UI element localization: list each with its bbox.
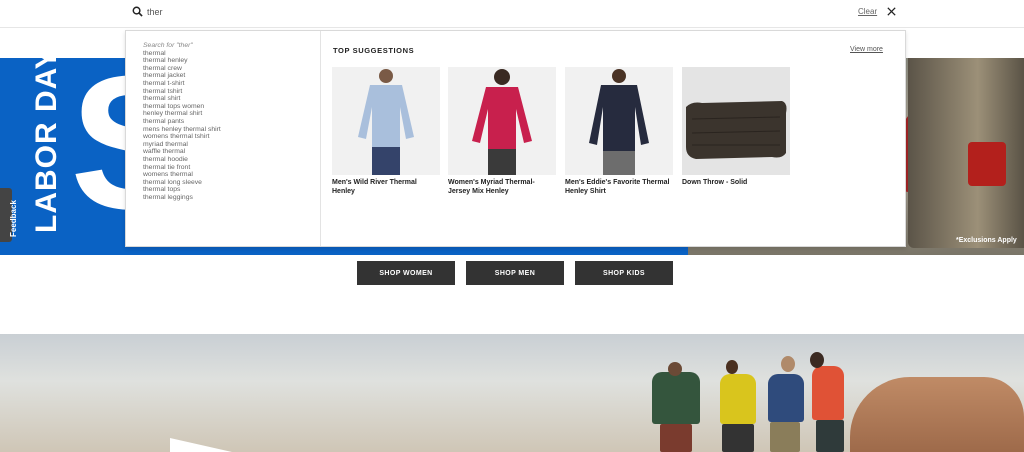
search-input[interactable]	[147, 5, 747, 19]
suggestion-item[interactable]: myriad thermal	[143, 141, 221, 149]
suggestion-item[interactable]: thermal leggings	[143, 194, 221, 202]
product-card[interactable]: Men's Wild River Thermal Henley	[332, 67, 440, 196]
suggestion-item[interactable]: thermal tie front	[143, 164, 221, 172]
shop-women-button[interactable]: SHOP WOMEN	[357, 261, 455, 285]
product-throw	[686, 101, 787, 159]
suggestion-item[interactable]: thermal pants	[143, 118, 221, 126]
shop-men-button[interactable]: SHOP MEN	[466, 261, 564, 285]
product-name[interactable]: Women's Myriad Thermal-Jersey Mix Henley	[448, 179, 556, 196]
hero-taillight	[968, 142, 1006, 186]
product-image[interactable]	[448, 67, 556, 175]
close-icon[interactable]	[886, 6, 897, 17]
search-bar: Clear	[0, 0, 1024, 28]
suggestion-item[interactable]: thermal tshirt	[143, 88, 221, 96]
suggestion-item[interactable]: thermal t-shirt	[143, 80, 221, 88]
product-shirt	[589, 85, 649, 151]
suggestion-item[interactable]: thermal hoodie	[143, 156, 221, 164]
hiker-orange	[812, 366, 844, 420]
product-name[interactable]: Down Throw - Solid	[682, 179, 790, 188]
hiker-pants	[816, 420, 844, 452]
suggestion-item[interactable]: thermal tops	[143, 186, 221, 194]
hiker-head	[810, 352, 824, 368]
suggestion-item[interactable]: thermal jacket	[143, 72, 221, 80]
hiker-head	[726, 360, 738, 374]
feedback-tab[interactable]: Feedback	[0, 188, 18, 242]
shop-kids-button[interactable]: SHOP KIDS	[575, 261, 673, 285]
suggestion-item[interactable]: mens henley thermal shirt	[143, 126, 221, 134]
hiker-green	[652, 372, 700, 424]
product-shirt	[472, 87, 532, 149]
hiker-head	[668, 362, 682, 376]
suggestion-item[interactable]: womens thermal tshirt	[143, 133, 221, 141]
suggestion-item[interactable]: thermal crew	[143, 65, 221, 73]
hiker-blue	[768, 374, 804, 422]
hiker-yellow	[720, 374, 756, 424]
clear-link[interactable]: Clear	[858, 7, 877, 16]
suggestion-list: Search for "ther" thermal thermal henley t…	[143, 42, 221, 201]
page: S LABOR DAY *Exclusions Apply Feedback C…	[0, 0, 1024, 452]
product-card[interactable]: Down Throw - Solid	[682, 67, 790, 188]
product-card[interactable]: Men's Eddie's Favorite Thermal Henley Sh…	[565, 67, 673, 196]
suggestion-item[interactable]: waffle thermal	[143, 148, 221, 156]
hiker-head	[781, 356, 795, 372]
search-suggestions-panel: Search for "ther" thermal thermal henley t…	[125, 30, 906, 247]
suggestion-column: Search for "ther" thermal thermal henley t…	[126, 31, 321, 246]
search-for-suggestion[interactable]: Search for "ther"	[143, 42, 221, 50]
hiker-pants	[722, 424, 754, 452]
product-image[interactable]	[682, 67, 790, 175]
suggestion-item[interactable]: thermal henley	[143, 57, 221, 65]
product-name[interactable]: Men's Wild River Thermal Henley	[332, 179, 440, 196]
search-icon	[132, 6, 143, 17]
product-image[interactable]	[332, 67, 440, 175]
suggestion-item[interactable]: henley thermal shirt	[143, 110, 221, 118]
exclusions-note: *Exclusions Apply	[956, 237, 1017, 244]
lower-graphic-wedge	[170, 438, 232, 452]
feedback-label: Feedback	[9, 200, 18, 237]
suggestion-item[interactable]: thermal tops women	[143, 103, 221, 111]
hiker-pants	[770, 422, 800, 452]
product-image[interactable]	[565, 67, 673, 175]
hero-vertical-text: LABOR DAY	[30, 48, 63, 233]
hiker-pants	[660, 424, 692, 452]
suggestion-item[interactable]: womens thermal	[143, 171, 221, 179]
lower-rock	[850, 377, 1024, 452]
product-card[interactable]: Women's Myriad Thermal-Jersey Mix Henley	[448, 67, 556, 196]
top-suggestions-title: TOP SUGGESTIONS	[333, 46, 415, 55]
product-shirt	[358, 85, 414, 147]
hero-vehicle	[908, 58, 1024, 248]
suggestion-item[interactable]: thermal	[143, 50, 221, 58]
suggestion-item[interactable]: thermal shirt	[143, 95, 221, 103]
suggestion-item[interactable]: thermal long sleeve	[143, 179, 221, 187]
view-more-link[interactable]: View more	[850, 46, 883, 53]
product-name[interactable]: Men's Eddie's Favorite Thermal Henley Sh…	[565, 179, 673, 196]
